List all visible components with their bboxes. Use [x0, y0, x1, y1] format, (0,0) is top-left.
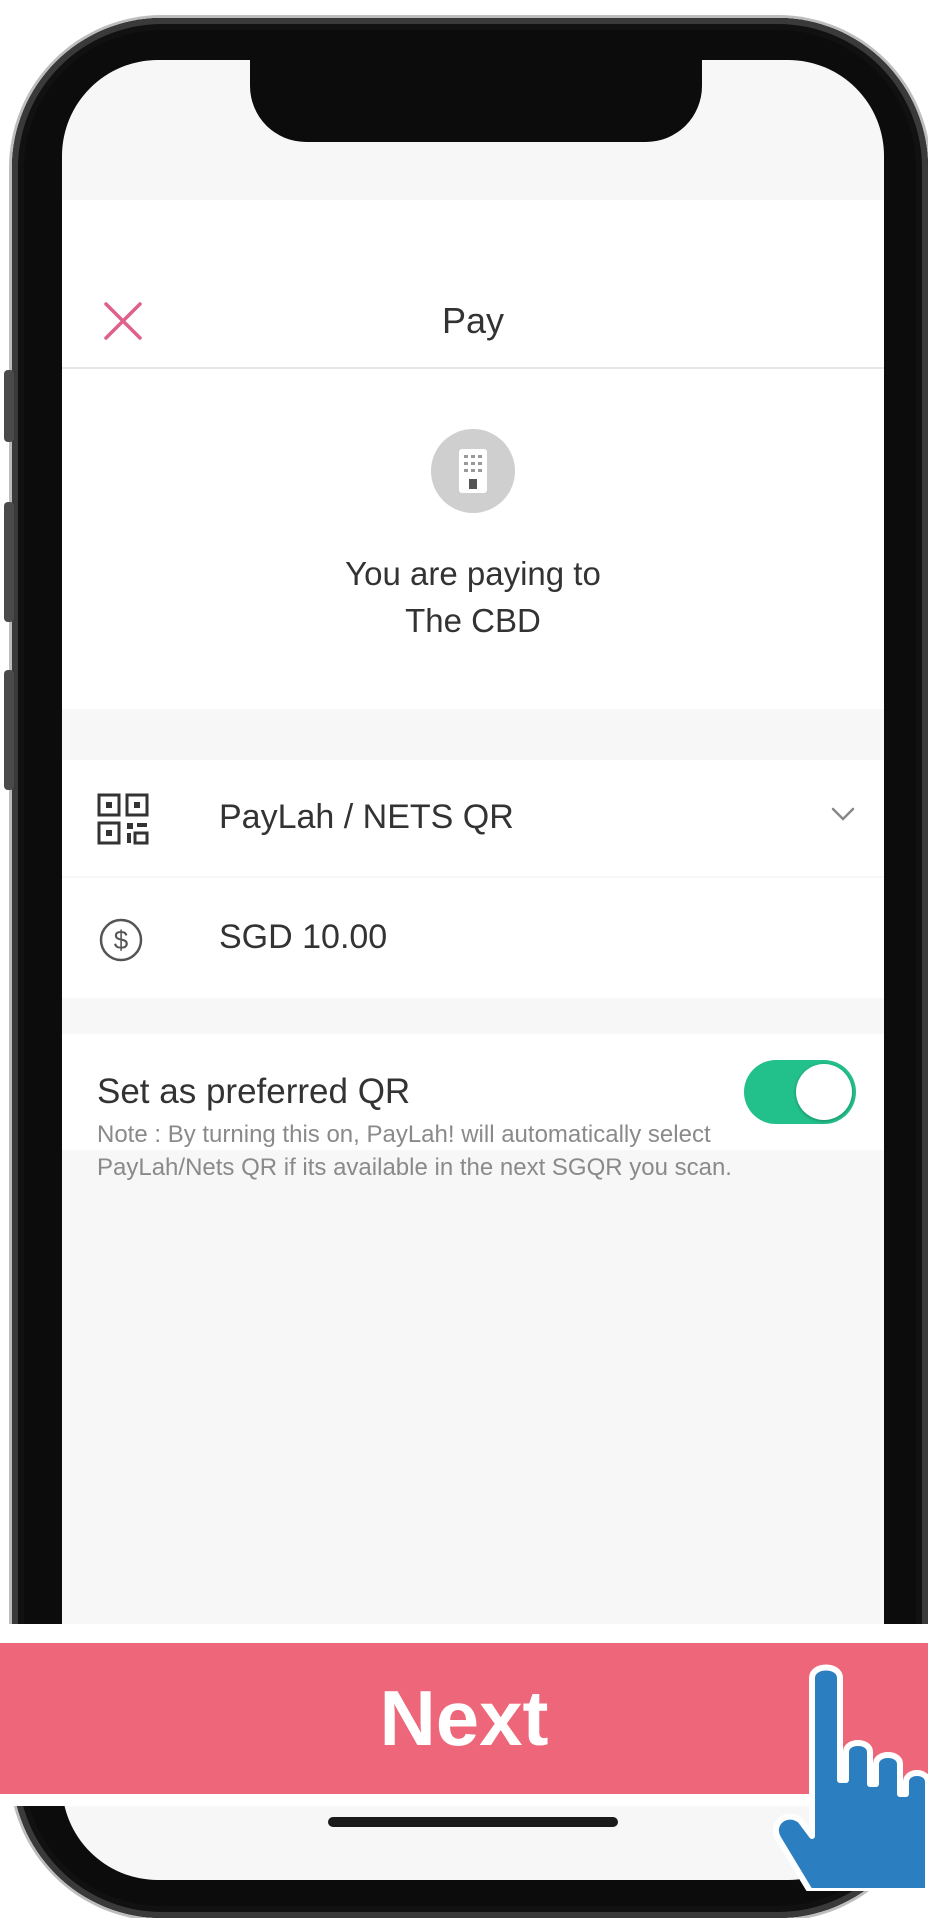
merchant-building-icon	[459, 449, 487, 493]
merchant-avatar	[431, 429, 515, 513]
payee-section: You are paying to The CBD	[62, 369, 884, 709]
svg-text:$: $	[114, 925, 129, 955]
pointing-hand-icon	[773, 1664, 928, 1891]
preferred-qr-toggle[interactable]	[744, 1060, 856, 1124]
preferred-qr-note: Note : By turning this on, PayLah! will …	[97, 1121, 732, 1181]
phone-side-button	[4, 502, 14, 622]
phone-side-button	[4, 370, 14, 442]
phone-side-button	[4, 670, 14, 790]
amount-value: SGD 10.00	[219, 918, 388, 956]
pay-header: Pay	[62, 200, 884, 369]
home-indicator	[328, 1817, 618, 1827]
app-screen: Pay You are paying to The CBD PayLah / N…	[62, 60, 884, 1880]
chevron-down-icon[interactable]	[830, 805, 856, 828]
amount-row[interactable]: $ SGD 10.00	[62, 878, 884, 998]
dollar-coin-icon: $	[97, 916, 145, 969]
payment-method-label: PayLah / NETS QR	[219, 798, 514, 836]
paying-to-label: You are paying to	[345, 555, 601, 592]
preferred-qr-label: Set as preferred QR	[97, 1072, 411, 1111]
phone-notch	[250, 60, 702, 142]
merchant-name: The CBD	[405, 602, 541, 639]
payment-method-selector[interactable]: PayLah / NETS QR	[62, 760, 884, 876]
page-title: Pay	[441, 300, 505, 341]
qr-code-icon	[97, 793, 149, 850]
toggle-knob	[796, 1064, 852, 1120]
